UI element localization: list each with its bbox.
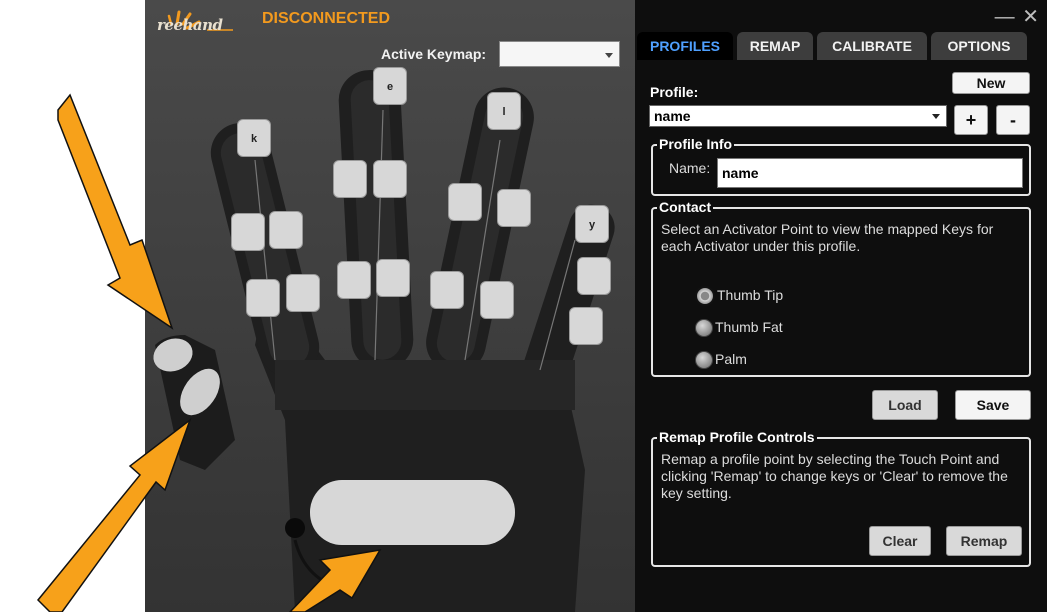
radio-label: Palm bbox=[715, 351, 747, 367]
key-slot[interactable] bbox=[376, 259, 410, 297]
radio-thumb-fat[interactable]: Thumb Fat bbox=[695, 317, 783, 338]
remap-description: Remap a profile point by selecting the T… bbox=[661, 451, 1008, 501]
key-slot[interactable] bbox=[373, 160, 407, 198]
profile-name-input[interactable]: name bbox=[717, 158, 1023, 188]
tab-remap[interactable]: REMAP bbox=[737, 32, 813, 60]
save-button[interactable]: Save bbox=[955, 390, 1031, 420]
radio-label: Thumb Tip bbox=[717, 287, 784, 303]
radio-icon bbox=[695, 319, 713, 338]
profile-info-group: Profile Info Name: name bbox=[651, 136, 1031, 196]
remap-controls-group: Remap Profile Controls Remap a profile p… bbox=[651, 429, 1031, 567]
chevron-down-icon bbox=[932, 114, 940, 119]
tab-options[interactable]: OPTIONS bbox=[931, 32, 1027, 60]
close-icon[interactable]: ✕ bbox=[1022, 6, 1039, 28]
add-profile-button[interactable]: + bbox=[954, 105, 988, 135]
freehand-app-window: reehand DISCONNECTED Active Keymap: k e … bbox=[145, 0, 1047, 612]
profile-label: Profile: bbox=[650, 84, 699, 100]
key-slot[interactable] bbox=[246, 279, 280, 317]
controls-pane: — ✕ PROFILES REMAP CALIBRATE OPTIONS Pro… bbox=[635, 0, 1047, 612]
profile-dropdown[interactable]: name bbox=[649, 105, 947, 127]
remap-controls-legend: Remap Profile Controls bbox=[657, 429, 817, 445]
key-slot[interactable] bbox=[286, 274, 320, 312]
tab-bar: PROFILES REMAP CALIBRATE OPTIONS bbox=[635, 32, 1047, 60]
clear-button[interactable]: Clear bbox=[869, 526, 931, 556]
radio-icon bbox=[695, 351, 713, 370]
contact-legend: Contact bbox=[657, 199, 714, 215]
key-slot[interactable] bbox=[480, 281, 514, 319]
minimize-icon[interactable]: — bbox=[995, 6, 1015, 28]
radio-label: Thumb Fat bbox=[715, 319, 783, 335]
contact-description: Select an Activator Point to view the ma… bbox=[661, 221, 994, 254]
window-controls: — ✕ bbox=[993, 4, 1039, 29]
key-slot[interactable] bbox=[269, 211, 303, 249]
key-y[interactable]: y bbox=[575, 205, 609, 243]
key-slot[interactable] bbox=[231, 213, 265, 251]
tab-profiles[interactable]: PROFILES bbox=[637, 32, 733, 60]
key-slot[interactable] bbox=[333, 160, 367, 198]
hand-pane: reehand DISCONNECTED Active Keymap: k e … bbox=[145, 0, 635, 612]
key-slot[interactable] bbox=[448, 183, 482, 221]
key-slot[interactable] bbox=[577, 257, 611, 295]
new-profile-button[interactable]: New bbox=[952, 72, 1030, 94]
name-label: Name: bbox=[669, 160, 711, 176]
radio-selected-icon bbox=[695, 286, 715, 307]
tab-calibrate[interactable]: CALIBRATE bbox=[817, 32, 927, 60]
contact-group: Contact Select an Activator Point to vie… bbox=[651, 199, 1031, 377]
remove-profile-button[interactable]: - bbox=[996, 105, 1030, 135]
remap-button[interactable]: Remap bbox=[946, 526, 1022, 556]
key-slot[interactable] bbox=[497, 189, 531, 227]
load-button[interactable]: Load bbox=[872, 390, 938, 420]
profile-info-legend: Profile Info bbox=[657, 136, 735, 152]
key-slot[interactable] bbox=[337, 261, 371, 299]
key-k[interactable]: k bbox=[237, 119, 271, 157]
profile-dropdown-value: name bbox=[654, 108, 691, 124]
key-e[interactable]: e bbox=[373, 67, 407, 105]
radio-thumb-tip[interactable]: Thumb Tip bbox=[695, 285, 784, 307]
key-l[interactable]: l bbox=[487, 92, 521, 130]
radio-palm[interactable]: Palm bbox=[695, 349, 747, 370]
key-slot[interactable] bbox=[569, 307, 603, 345]
key-slot[interactable] bbox=[430, 271, 464, 309]
